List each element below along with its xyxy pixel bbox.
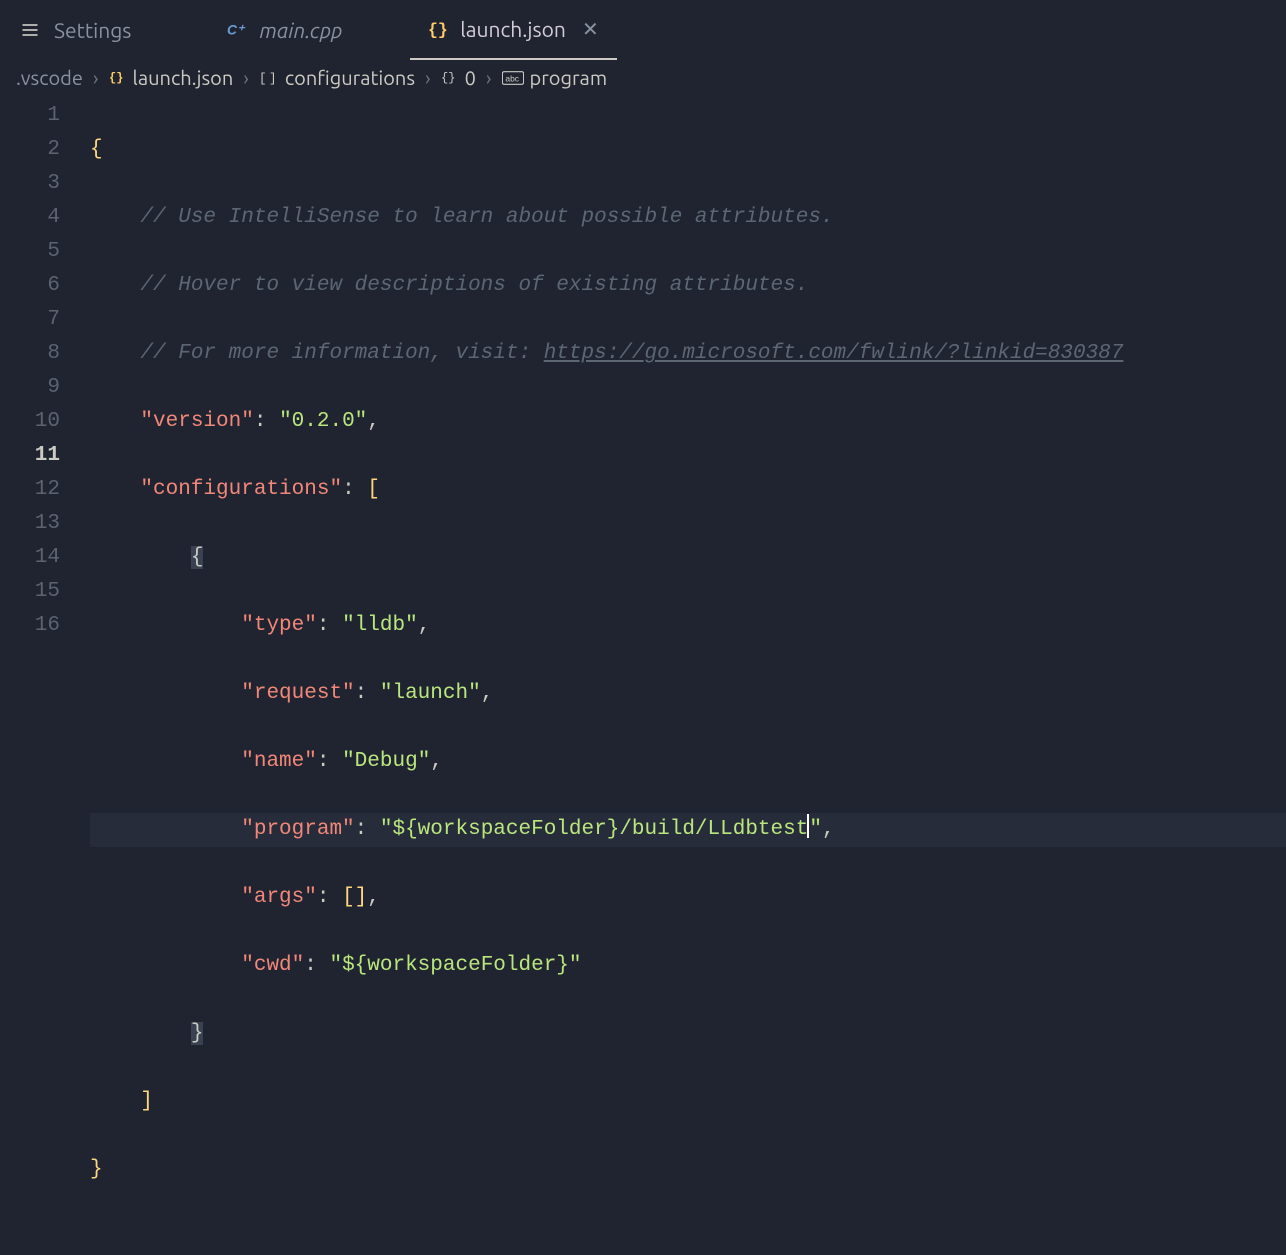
tab-launch-label: launch.json (460, 17, 566, 41)
tab-bar: Settings C⁺ main.cpp {} launch.json ✕ (0, 0, 1286, 60)
close-icon[interactable]: ✕ (582, 17, 599, 41)
svg-text:abc: abc (505, 73, 519, 83)
hamburger-icon (20, 20, 40, 40)
svg-text:[ ]: [ ] (259, 72, 277, 86)
json-file-icon: {} (109, 69, 127, 87)
breadcrumb-configurations[interactable]: [ ] configurations (259, 66, 415, 89)
string-icon: abc (502, 70, 524, 86)
text-cursor (807, 814, 809, 838)
breadcrumb: .vscode › {} launch.json › [ ] configura… (0, 60, 1286, 99)
code-content[interactable]: { // Use IntelliSense to learn about pos… (90, 99, 1286, 1255)
line-number-gutter: 1 2 3 4 5 6 7 8 9 10 11 12 13 14 15 16 (0, 99, 90, 1255)
breadcrumb-folder[interactable]: .vscode (16, 66, 83, 89)
svg-text:{}: {} (109, 71, 123, 85)
tab-settings[interactable]: Settings (0, 0, 149, 60)
svg-text:{}: {} (428, 21, 448, 40)
breadcrumb-program[interactable]: abc program (502, 66, 608, 89)
breadcrumb-file[interactable]: {} launch.json (109, 66, 234, 89)
tab-main-cpp[interactable]: C⁺ main.cpp (209, 0, 360, 60)
object-icon: {} (441, 69, 459, 87)
svg-text:C⁺: C⁺ (227, 23, 246, 38)
array-icon: [ ] (259, 69, 279, 87)
svg-text:{}: {} (441, 71, 455, 85)
tab-launch-json[interactable]: {} launch.json ✕ (410, 0, 617, 60)
breadcrumb-index[interactable]: {} 0 (441, 66, 476, 89)
chevron-right-icon: › (93, 66, 99, 89)
chevron-right-icon: › (425, 66, 431, 89)
chevron-right-icon: › (243, 66, 249, 89)
json-file-icon: {} (428, 18, 450, 40)
tab-main-label: main.cpp (259, 18, 342, 42)
cpp-file-icon: C⁺ (227, 19, 249, 41)
tab-settings-label: Settings (54, 18, 131, 42)
code-editor[interactable]: 1 2 3 4 5 6 7 8 9 10 11 12 13 14 15 16 {… (0, 99, 1286, 1255)
chevron-right-icon: › (486, 66, 492, 89)
